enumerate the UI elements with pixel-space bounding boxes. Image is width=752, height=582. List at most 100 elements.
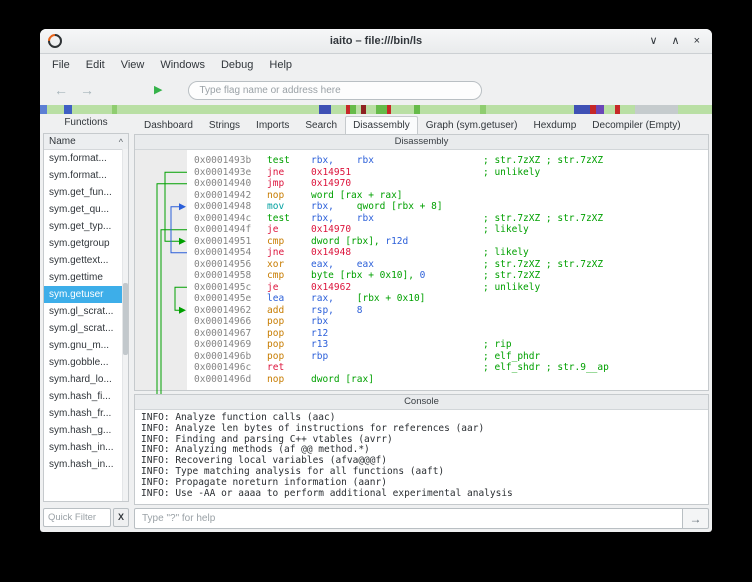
disasm-line[interactable]: 0x00014948movrbx, qword [rbx + 8] (187, 201, 708, 213)
disasm-line[interactable]: 0x0001496dnopdword [rax] (187, 374, 708, 386)
function-item[interactable]: sym.gnu_m... (44, 337, 128, 354)
filter-clear-button[interactable]: X (113, 508, 129, 527)
function-item[interactable]: sym.gl_scrat... (44, 303, 128, 320)
function-item[interactable]: sym.gettime (44, 269, 128, 286)
function-item[interactable]: sym.gettext... (44, 252, 128, 269)
run-icon[interactable]: ▶ (154, 85, 162, 96)
function-item[interactable]: sym.gl_scrat... (44, 320, 128, 337)
menu-edit[interactable]: Edit (78, 56, 113, 74)
minimize-icon[interactable]: ∨ (649, 36, 657, 47)
memory-segment[interactable] (420, 105, 480, 114)
console-send-button[interactable]: → (683, 508, 709, 529)
disasm-line[interactable]: 0x0001495cje0x14962; unlikely (187, 282, 708, 294)
disasm-line[interactable]: 0x00014942nopword [rax + rax] (187, 190, 708, 202)
memory-segment[interactable] (331, 105, 346, 114)
memory-segment[interactable] (319, 105, 331, 114)
disasm-line[interactable]: 0x0001496bpoprbp; elf_phdr (187, 351, 708, 363)
function-item[interactable]: sym.getuser (44, 286, 128, 303)
function-item[interactable]: sym.hard_lo... (44, 371, 128, 388)
disasm-line[interactable]: 0x00014954jne0x14948; likely (187, 247, 708, 259)
disasm-line[interactable]: 0x0001493ejne0x14951; unlikely (187, 167, 708, 179)
disassembly-body: 0x0001493btestrbx, rbx; str.7zXZ ; str.7… (135, 150, 708, 390)
tab-search[interactable]: Search (297, 116, 345, 134)
disasm-operand: 0x14951 (311, 167, 351, 178)
disasm-mnemonic: pop (267, 328, 311, 340)
disasm-operand: rbx (311, 316, 328, 327)
jump-arrow (161, 230, 187, 404)
disasm-line[interactable]: 0x0001494fje0x14970; likely (187, 224, 708, 236)
function-item[interactable]: sym.format... (44, 167, 128, 184)
disasm-comment: ; likely (483, 224, 529, 236)
tab-dashboard[interactable]: Dashboard (136, 116, 201, 134)
tab-strings[interactable]: Strings (201, 116, 248, 134)
memory-segment[interactable] (47, 105, 64, 114)
tab-imports[interactable]: Imports (248, 116, 297, 134)
functions-column-header[interactable]: Name ^ (44, 134, 128, 150)
tab-disassembly[interactable]: Disassembly (345, 116, 418, 134)
function-item[interactable]: sym.getgroup (44, 235, 128, 252)
menu-windows[interactable]: Windows (152, 56, 213, 74)
disasm-line[interactable]: 0x0001494ctestrbx, rbx; str.7zXZ ; str.7… (187, 213, 708, 225)
function-item[interactable]: sym.get_typ... (44, 218, 128, 235)
tab-decompiler-empty[interactable]: Decompiler (Empty) (584, 116, 688, 134)
back-icon[interactable]: ← (54, 83, 68, 97)
memory-segment[interactable] (366, 105, 376, 114)
disasm-mnemonic: cmp (267, 236, 311, 248)
memory-segment[interactable] (40, 105, 47, 114)
disasm-line[interactable]: 0x00014969popr13; rip (187, 339, 708, 351)
disasm-line[interactable]: 0x00014967popr12 (187, 328, 708, 340)
functions-panel-title: Functions (43, 114, 129, 133)
disasm-line[interactable]: 0x0001496cret; elf_shdr ; str.9__ap (187, 362, 708, 374)
menu-help[interactable]: Help (261, 56, 300, 74)
menu-file[interactable]: File (44, 56, 78, 74)
memory-segment[interactable] (574, 105, 590, 114)
disasm-mnemonic: pop (267, 339, 311, 351)
function-item[interactable]: sym.hash_in... (44, 439, 128, 456)
function-item[interactable]: sym.hash_fr... (44, 405, 128, 422)
tab-graph-sym-getuser[interactable]: Graph (sym.getuser) (418, 116, 526, 134)
function-item[interactable]: sym.hash_g... (44, 422, 128, 439)
forward-icon[interactable]: → (80, 83, 94, 97)
functions-scrollbar[interactable] (122, 149, 128, 501)
memory-segment[interactable] (620, 105, 635, 114)
function-item[interactable]: sym.get_qu... (44, 201, 128, 218)
sort-ascending-icon: ^ (119, 137, 123, 147)
disasm-mnemonic: add (267, 305, 311, 317)
disasm-line[interactable]: 0x00014962addrsp, 8 (187, 305, 708, 317)
memory-segment[interactable] (635, 105, 679, 114)
disasm-line[interactable]: 0x00014951cmpdword [rbx], r12d (187, 236, 708, 248)
tab-hexdump[interactable]: Hexdump (525, 116, 584, 134)
console-input[interactable] (134, 508, 683, 529)
memory-segment[interactable] (72, 105, 112, 114)
menu-debug[interactable]: Debug (213, 56, 261, 74)
memory-segment[interactable] (391, 105, 415, 114)
disasm-mnemonic: nop (267, 374, 311, 386)
disasm-line[interactable]: 0x00014956xoreax, eax; str.7zXZ ; str.7z… (187, 259, 708, 271)
disasm-line[interactable]: 0x00014958cmpbyte [rbx + 0x10], 0; str.7… (187, 270, 708, 282)
memory-map-strip[interactable] (40, 105, 712, 114)
memory-segment[interactable] (486, 105, 573, 114)
close-icon[interactable]: × (694, 36, 700, 47)
function-item[interactable]: sym.format... (44, 150, 128, 167)
memory-segment[interactable] (604, 105, 615, 114)
memory-segment[interactable] (376, 105, 387, 114)
function-item[interactable]: sym.get_fun... (44, 184, 128, 201)
function-item[interactable]: sym.gobble... (44, 354, 128, 371)
disasm-comment: ; elf_phdr (483, 351, 540, 363)
scrollbar-thumb[interactable] (123, 283, 128, 355)
function-item[interactable]: sym.hash_fi... (44, 388, 128, 405)
quick-filter-input[interactable] (43, 508, 111, 527)
function-item[interactable]: sym.hash_in... (44, 456, 128, 473)
menu-view[interactable]: View (113, 56, 153, 74)
disasm-line[interactable]: 0x0001495elearax, [rbx + 0x10] (187, 293, 708, 305)
memory-segment[interactable] (596, 105, 605, 114)
disasm-line[interactable]: 0x00014940jmp0x14970 (187, 178, 708, 190)
memory-segment[interactable] (117, 105, 319, 114)
title-bar[interactable]: iaito – file:///bin/ls ∨ ∧ × (40, 29, 712, 54)
memory-segment[interactable] (678, 105, 712, 114)
disasm-line[interactable]: 0x0001493btestrbx, rbx; str.7zXZ ; str.7… (187, 155, 708, 167)
search-input[interactable] (188, 81, 482, 100)
memory-segment[interactable] (64, 105, 72, 114)
maximize-icon[interactable]: ∧ (672, 36, 680, 47)
disasm-line[interactable]: 0x00014966poprbx (187, 316, 708, 328)
